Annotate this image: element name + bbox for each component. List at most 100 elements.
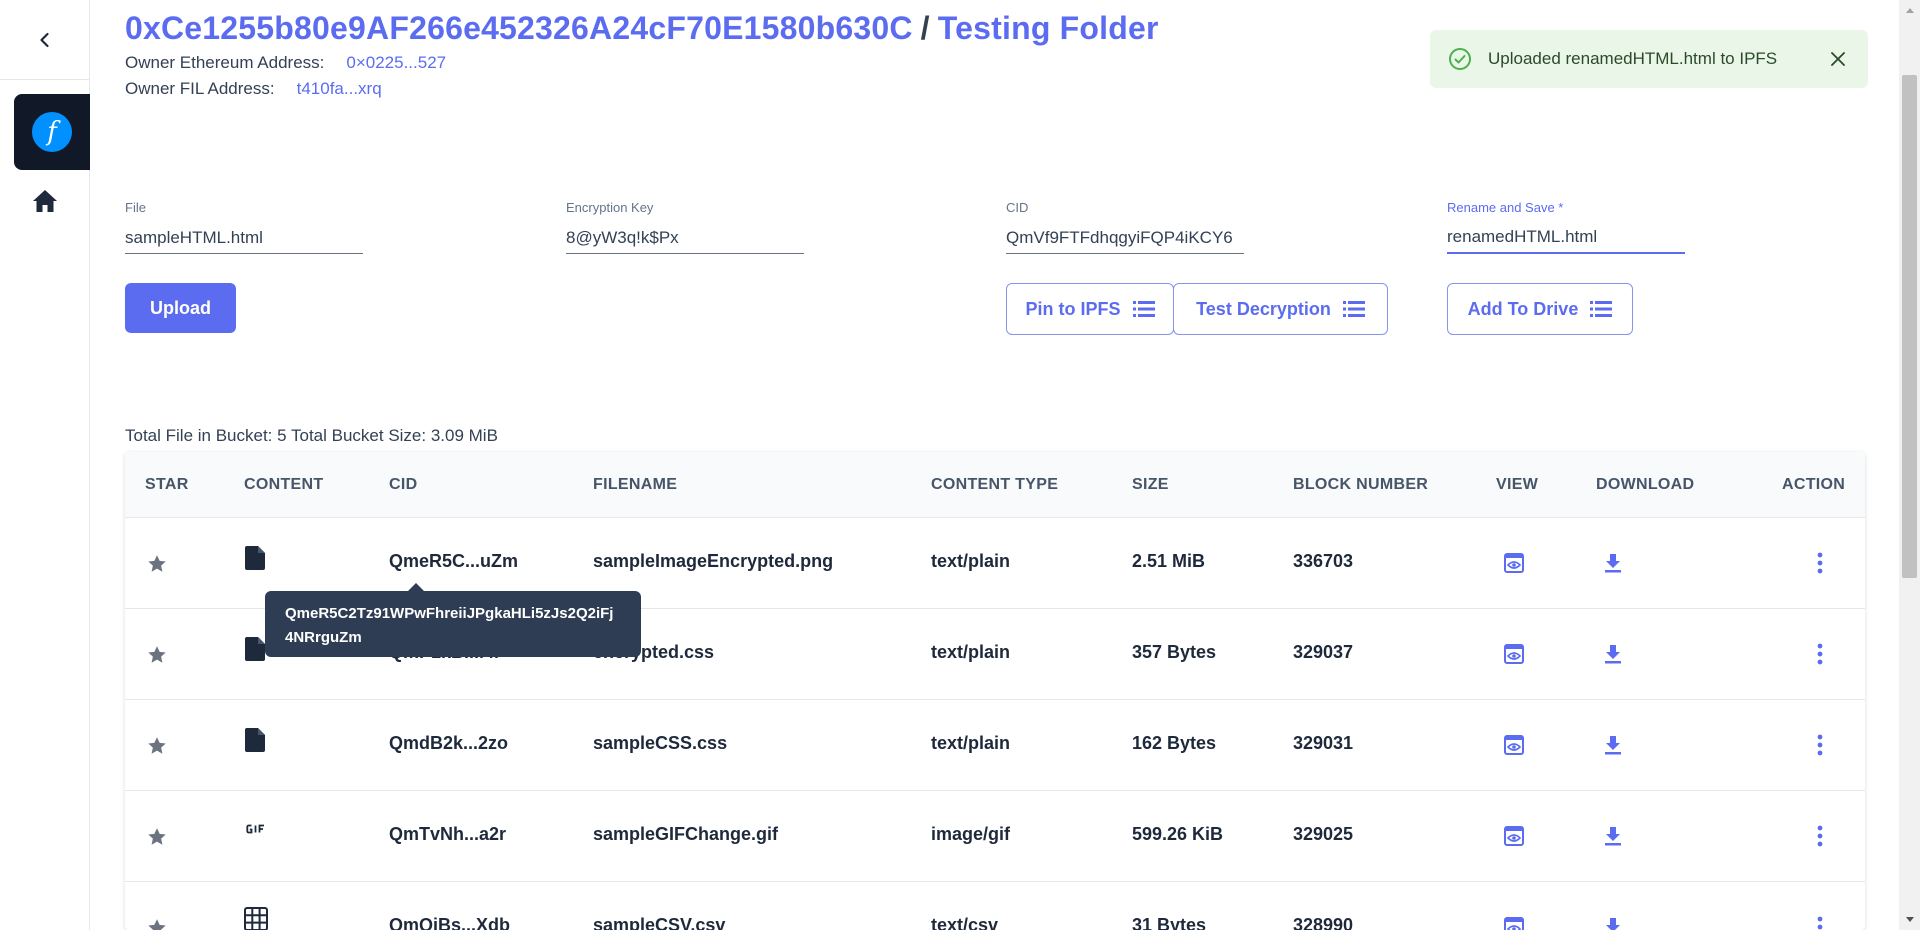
col-download: DOWNLOAD <box>1596 476 1695 493</box>
view-button[interactable] <box>1502 824 1526 848</box>
bucket-address[interactable]: 0xCe1255b80e9AF266e452326A24cF70E1580b63… <box>125 10 913 46</box>
size-cell: 357 Bytes <box>1132 642 1217 662</box>
scroll-thumb[interactable] <box>1902 75 1917 578</box>
add-to-drive-button[interactable]: Add To Drive <box>1447 283 1633 335</box>
view-button[interactable] <box>1502 642 1526 666</box>
table-row: QmQiBs...Xdb sampleCSV.csv text/csv 31 B… <box>125 882 1865 930</box>
back-button[interactable] <box>25 20 65 60</box>
download-icon <box>1605 736 1621 755</box>
star-button[interactable] <box>145 734 169 758</box>
scroll-up-arrow[interactable] <box>1899 2 1920 18</box>
more-actions-button[interactable] <box>1808 551 1832 575</box>
cid-cell[interactable]: QmdB2k...2zo <box>389 733 508 754</box>
preview-icon <box>1504 553 1524 573</box>
sidebar-top <box>0 0 89 80</box>
preview-icon <box>1504 826 1524 846</box>
owner-fil-link[interactable]: t410fa...xrq <box>297 79 382 99</box>
cid-cell[interactable]: QmTvNh...a2r <box>389 824 506 845</box>
view-button[interactable] <box>1502 551 1526 575</box>
view-button[interactable] <box>1502 915 1526 930</box>
view-button[interactable] <box>1502 733 1526 757</box>
filecoin-logo-icon: f <box>32 112 72 152</box>
page-scrollbar[interactable] <box>1899 0 1920 930</box>
owner-eth-row: Owner Ethereum Address: 0×0225...527 <box>125 53 1159 73</box>
block-number-cell: 336703 <box>1293 551 1354 571</box>
download-icon <box>1605 645 1621 664</box>
file-icon <box>243 635 267 663</box>
star-button[interactable] <box>145 825 169 849</box>
list-icon <box>1132 301 1155 317</box>
table-row: QmTvNh...a2r sampleGIFChange.gif image/g… <box>125 791 1865 882</box>
col-view: VIEW <box>1496 476 1539 493</box>
star-button[interactable] <box>145 916 169 930</box>
table-header: STAR CONTENT CID FILENAME CONTENT TYPE S… <box>125 452 1865 518</box>
owner-eth-label: Owner Ethereum Address: <box>125 53 325 72</box>
file-field: File <box>125 200 363 254</box>
cid-cell[interactable]: QmeR5C...uZm <box>389 551 518 572</box>
file-icon <box>243 726 267 754</box>
size-cell: 599.26 KiB <box>1132 824 1224 844</box>
pin-to-ipfs-button[interactable]: Pin to IPFS <box>1006 283 1174 335</box>
rename-label: Rename and Save * <box>1447 200 1564 215</box>
folder-name[interactable]: Testing Folder <box>938 10 1159 46</box>
sidebar-item-filecoin[interactable]: f <box>14 94 90 170</box>
download-icon <box>1605 554 1621 573</box>
success-toast: Uploaded renamedHTML.html to IPFS <box>1430 30 1868 88</box>
caret-up-icon <box>1905 8 1914 13</box>
download-icon <box>1606 918 1620 930</box>
cid-cell[interactable]: QmQiBs...Xdb <box>389 915 510 930</box>
col-star: STAR <box>145 476 189 493</box>
more-actions-button[interactable] <box>1808 824 1832 848</box>
cid-label: CID <box>1006 200 1029 215</box>
rename-input[interactable] <box>1447 222 1685 254</box>
sidebar-item-home[interactable] <box>28 184 62 218</box>
download-button[interactable] <box>1601 733 1625 757</box>
download-button[interactable] <box>1601 642 1625 666</box>
encryption-key-input[interactable] <box>566 222 804 254</box>
preview-icon <box>1504 735 1524 755</box>
star-icon <box>148 646 166 663</box>
test-decryption-label: Test Decryption <box>1196 298 1331 319</box>
title-separator: / <box>920 10 930 46</box>
col-size: SIZE <box>1132 476 1169 493</box>
more-vertical-icon <box>1817 552 1823 574</box>
block-number-cell: 329037 <box>1293 642 1354 662</box>
home-icon <box>33 190 57 212</box>
preview-icon <box>1504 644 1524 664</box>
col-content: CONTENT <box>244 476 324 493</box>
owner-eth-link[interactable]: 0×0225...527 <box>346 53 446 73</box>
list-icon <box>1590 301 1613 317</box>
owner-fil-label: Owner FIL Address: <box>125 79 275 98</box>
more-vertical-icon <box>1817 734 1823 756</box>
star-button[interactable] <box>145 643 169 667</box>
block-number-cell: 328990 <box>1293 915 1354 930</box>
test-decryption-button[interactable]: Test Decryption <box>1173 283 1388 335</box>
toast-close-button[interactable] <box>1826 47 1850 71</box>
scroll-down-arrow[interactable] <box>1899 912 1920 928</box>
bucket-summary: Total File in Bucket: 5 Total Bucket Siz… <box>125 426 498 445</box>
cid-field: CID <box>1006 200 1244 254</box>
block-number-cell: 329025 <box>1293 824 1354 844</box>
star-icon <box>148 555 166 572</box>
file-input[interactable] <box>125 222 363 254</box>
content-type-cell: text/plain <box>931 551 1011 571</box>
cid-input[interactable] <box>1006 222 1244 254</box>
star-icon <box>148 828 166 845</box>
more-vertical-icon <box>1817 643 1823 665</box>
filename-cell: sampleCSV.csv <box>593 915 726 930</box>
cid-tooltip: QmeR5C2Tz91WPwFhreiiJPgkaHLi5zJs2Q2iFj4N… <box>265 583 641 657</box>
star-button[interactable] <box>145 552 169 576</box>
sidebar: f <box>0 0 90 930</box>
pin-to-ipfs-label: Pin to IPFS <box>1025 298 1121 319</box>
download-button[interactable] <box>1601 551 1625 575</box>
add-to-drive-label: Add To Drive <box>1467 298 1579 319</box>
more-actions-button[interactable] <box>1808 642 1832 666</box>
more-actions-button[interactable] <box>1808 733 1832 757</box>
download-button[interactable] <box>1601 915 1625 930</box>
more-actions-button[interactable] <box>1808 915 1832 930</box>
col-filename: FILENAME <box>593 476 678 493</box>
download-button[interactable] <box>1601 824 1625 848</box>
caret-down-icon <box>1905 917 1914 922</box>
upload-button[interactable]: Upload <box>125 283 236 333</box>
encryption-key-label: Encryption Key <box>566 200 654 215</box>
